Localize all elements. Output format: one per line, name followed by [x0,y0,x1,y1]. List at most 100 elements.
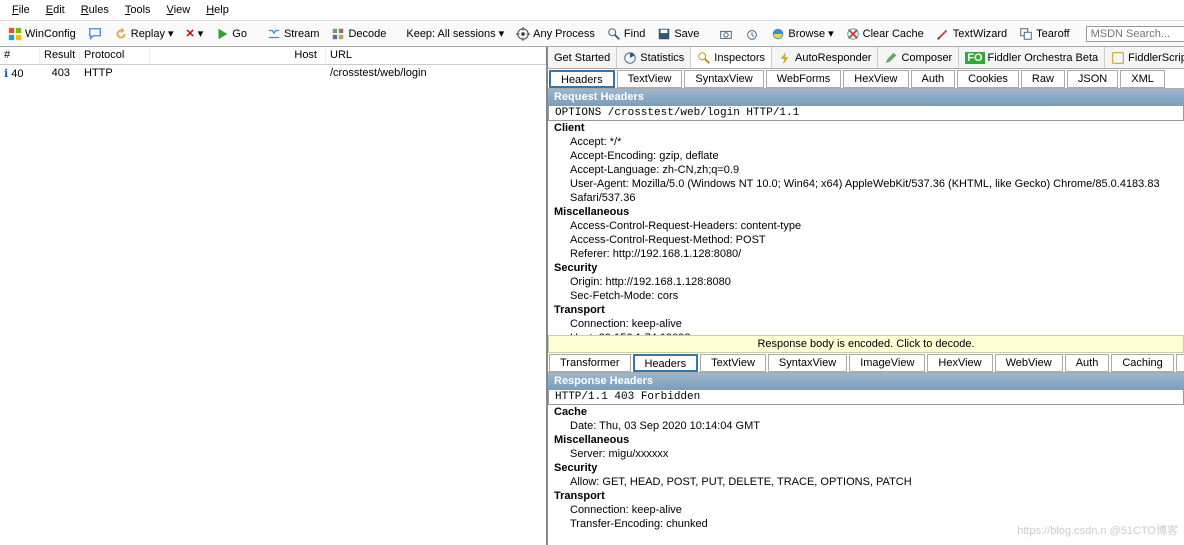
timer-button[interactable] [741,25,763,43]
reqtab-syntax[interactable]: SyntaxView [684,70,763,88]
msdn-search-input[interactable] [1086,26,1184,42]
textwizard-button[interactable]: TextWizard [932,25,1011,43]
camera-icon [719,27,733,41]
restab-textview[interactable]: TextView [700,354,766,372]
stream-button[interactable]: Stream [263,25,323,43]
replay-icon [114,27,128,41]
reqtab-cookies[interactable]: Cookies [957,70,1019,88]
restab-hexview[interactable]: HexView [927,354,992,372]
textwizard-label: TextWizard [953,28,1007,40]
remove-button[interactable]: ✕ ▾ [182,25,208,42]
decode-bar[interactable]: Response body is encoded. Click to decod… [548,335,1184,353]
col-idx[interactable]: # [0,47,40,64]
restab-auth[interactable]: Auth [1065,354,1110,372]
tab-statistics[interactable]: Statistics [617,47,691,68]
header-line[interactable]: Server: migu/xxxxxx [548,447,1184,461]
go-button[interactable]: Go [211,25,251,43]
restab-cookies[interactable]: Cookies [1176,354,1184,372]
anyprocess-button[interactable]: Any Process [512,25,599,43]
clearcache-button[interactable]: Clear Cache [842,25,928,43]
sessions-header: # Result Protocol Host URL [0,47,546,65]
header-line[interactable]: Connection: keep-alive [548,503,1184,517]
clearcache-label: Clear Cache [863,28,924,40]
tab-autoresponder[interactable]: AutoResponder [772,47,878,68]
restab-syntax[interactable]: SyntaxView [768,354,847,372]
clock-icon [745,27,759,41]
tearoff-button[interactable]: Tearoff [1015,25,1073,43]
decode-label: Decode [348,28,386,40]
reqtab-hexview[interactable]: HexView [843,70,908,88]
tab-fiddlerscript[interactable]: FiddlerScript [1105,47,1184,68]
reqtab-webforms[interactable]: WebForms [766,70,842,88]
tab-orchestra[interactable]: FOFiddler Orchestra Beta [959,47,1105,68]
menu-rules[interactable]: Rules [73,2,117,18]
watermark: https://blog.csdn.n @51CTO博客 [1017,522,1178,538]
play-icon [215,27,229,41]
restab-headers[interactable]: Headers [633,354,699,372]
header-group: Transport [548,489,1184,503]
keep-dropdown[interactable]: Keep: All sessions ▾ [402,25,508,42]
header-line[interactable]: Sec-Fetch-Mode: cors [548,289,1184,303]
winconfig-button[interactable]: WinConfig [4,25,80,43]
tearoff-label: Tearoff [1036,28,1069,40]
find-button[interactable]: Find [603,25,649,43]
reqtab-headers[interactable]: Headers [549,70,615,88]
header-line[interactable]: Allow: GET, HEAD, POST, PUT, DELETE, TRA… [548,475,1184,489]
script-icon [1111,51,1125,65]
menu-edit[interactable]: Edit [38,2,73,18]
save-icon [657,27,671,41]
anyprocess-label: Any Process [533,28,595,40]
menu-tools[interactable]: Tools [117,2,159,18]
browse-button[interactable]: Browse ▾ [767,25,837,43]
reqtab-raw[interactable]: Raw [1021,70,1065,88]
header-line[interactable]: Accept-Encoding: gzip, deflate [548,149,1184,163]
tab-autoresponder-label: AutoResponder [795,52,871,64]
stats-icon [623,51,637,65]
camera-button[interactable] [715,25,737,43]
header-group: Miscellaneous [548,205,1184,219]
reqtab-json[interactable]: JSON [1067,70,1118,88]
restab-caching[interactable]: Caching [1111,354,1173,372]
winconfig-label: WinConfig [25,28,76,40]
col-host[interactable]: Host [150,47,326,64]
col-url[interactable]: URL [326,47,546,64]
tab-getstarted[interactable]: Get Started [548,47,617,68]
target-icon [516,27,530,41]
col-result[interactable]: Result [40,47,80,64]
find-icon [607,27,621,41]
decode-icon [331,27,345,41]
reqtab-textview[interactable]: TextView [617,70,683,88]
header-line[interactable]: Referer: http://192.168.1.128:8080/ [548,247,1184,261]
col-protocol[interactable]: Protocol [80,47,150,64]
restab-transformer[interactable]: Transformer [549,354,631,372]
header-line[interactable]: Origin: http://192.168.1.128:8080 [548,275,1184,289]
comment-button[interactable] [84,25,106,43]
header-line[interactable]: Accept: */* [548,135,1184,149]
header-line[interactable]: Date: Thu, 03 Sep 2020 10:14:04 GMT [548,419,1184,433]
header-group: Cache [548,405,1184,419]
menu-help[interactable]: Help [198,2,237,18]
tab-inspectors[interactable]: Inspectors [691,47,772,69]
x-icon: ✕ [186,27,195,40]
reqtab-xml[interactable]: XML [1120,70,1165,88]
save-button[interactable]: Save [653,25,703,43]
menu-file[interactable]: File [4,2,38,18]
row-idx: ℹ 40 [0,67,40,80]
response-headers-panel: Response Headers HTTP/1.1 403 Forbidden … [548,373,1184,545]
restab-imageview[interactable]: ImageView [849,354,925,372]
session-row[interactable]: ℹ 40 403 HTTP /crosstest/web/login [0,65,546,81]
decode-button[interactable]: Decode [327,25,390,43]
tab-composer[interactable]: Composer [878,47,959,68]
restab-webview[interactable]: WebView [995,354,1063,372]
replay-button[interactable]: Replay ▾ [110,25,178,43]
reqtab-auth[interactable]: Auth [911,70,956,88]
header-line[interactable]: Access-Control-Request-Method: POST [548,233,1184,247]
main-tabs: Get Started Statistics Inspectors AutoRe… [548,47,1184,69]
request-first-line: OPTIONS /crosstest/web/login HTTP/1.1 [548,105,1184,121]
header-line[interactable]: Connection: keep-alive [548,317,1184,331]
header-line[interactable]: Access-Control-Request-Headers: content-… [548,219,1184,233]
header-line[interactable]: User-Agent: Mozilla/5.0 (Windows NT 10.0… [548,177,1184,205]
menu-view[interactable]: View [159,2,199,18]
tab-fiddlerscript-label: FiddlerScript [1128,52,1184,64]
header-line[interactable]: Accept-Language: zh-CN,zh;q=0.9 [548,163,1184,177]
